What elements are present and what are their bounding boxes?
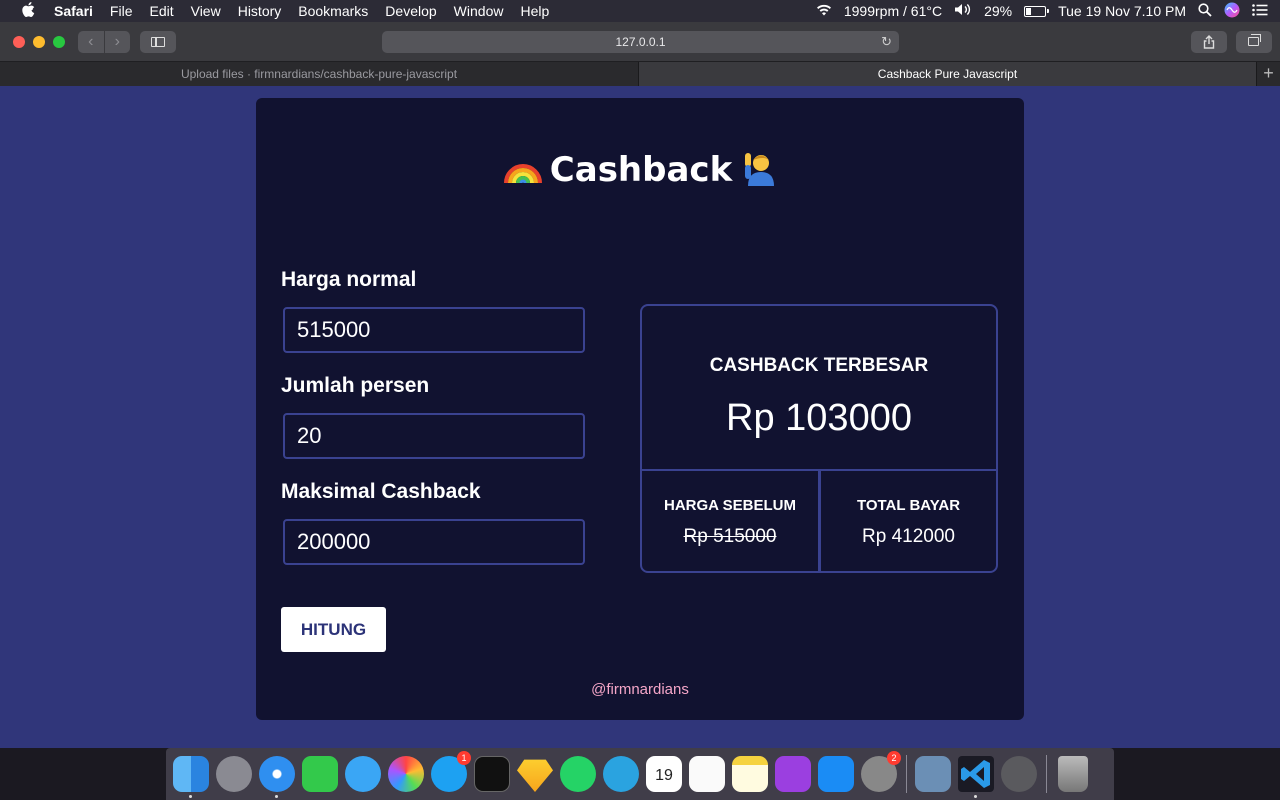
- tableplus-icon[interactable]: [1001, 756, 1037, 792]
- browser-toolbar: ‹ › 127.0.0.1 ↻: [0, 22, 1280, 62]
- trash-icon[interactable]: [1058, 756, 1088, 792]
- navigation-buttons: ‹ ›: [78, 31, 130, 53]
- safari-icon[interactable]: [259, 756, 295, 798]
- menu-develop[interactable]: Develop: [385, 3, 436, 19]
- clock-text[interactable]: Tue 19 Nov 7.10 PM: [1058, 3, 1186, 19]
- title-text: Cashback: [549, 150, 733, 190]
- address-text: 127.0.0.1: [615, 35, 666, 49]
- harga-sebelum-caption: HARGA SEBELUM: [664, 497, 796, 514]
- launchpad-icon[interactable]: [216, 756, 252, 792]
- dock-separator: [1046, 755, 1047, 793]
- share-icon: [1203, 35, 1215, 49]
- show-all-tabs-button[interactable]: [1236, 31, 1272, 53]
- app-store-icon[interactable]: [818, 756, 854, 792]
- total-bayar-value: Rp 412000: [862, 526, 955, 547]
- rainbow-icon: [503, 164, 542, 184]
- reminders-icon[interactable]: [689, 756, 725, 792]
- running-indicator: [275, 795, 278, 798]
- sketch-icon[interactable]: [517, 759, 553, 792]
- dock: 1 19 2: [166, 748, 1114, 800]
- calendar-day: 19: [655, 767, 673, 784]
- finder-icon[interactable]: [173, 756, 209, 798]
- maksimal-cashback-input[interactable]: [283, 519, 585, 565]
- battery-percent-text: 29%: [984, 3, 1013, 19]
- fan-status-text[interactable]: 1999rpm / 61°C: [844, 3, 942, 19]
- system-preferences-icon[interactable]: 2: [861, 751, 901, 792]
- menu-file[interactable]: File: [110, 3, 133, 19]
- terminal-icon[interactable]: [474, 756, 510, 792]
- whatsapp-icon[interactable]: [560, 756, 596, 792]
- author-credit[interactable]: @firmnardians: [256, 681, 1024, 698]
- address-bar[interactable]: 127.0.0.1 ↻: [382, 31, 899, 53]
- harga-sebelum-value: Rp 515000: [683, 526, 777, 547]
- page-title: Cashback: [256, 150, 1024, 190]
- running-indicator: [189, 795, 192, 798]
- menu-history[interactable]: History: [238, 3, 282, 19]
- tabs-icon: [1248, 34, 1261, 46]
- siri-icon[interactable]: [1224, 2, 1240, 21]
- podcasts-icon[interactable]: [775, 756, 811, 792]
- share-button[interactable]: [1191, 31, 1227, 53]
- harga-normal-input[interactable]: [283, 307, 585, 353]
- menu-edit[interactable]: Edit: [149, 3, 173, 19]
- menu-bar: Safari File Edit View History Bookmarks …: [0, 0, 1280, 22]
- vscode-icon[interactable]: [958, 756, 994, 798]
- total-bayar-panel: TOTAL BAYAR Rp 412000: [819, 469, 998, 573]
- cashback-terbesar-caption: CASHBACK TERBESAR: [709, 355, 929, 376]
- maksimal-cashback-label: Maksimal Cashback: [281, 480, 481, 503]
- cashback-terbesar-value: Rp 103000: [726, 397, 912, 439]
- battery-icon[interactable]: [1024, 5, 1050, 17]
- apple-menu-icon[interactable]: [18, 1, 38, 21]
- jumlah-persen-label: Jumlah persen: [281, 374, 430, 397]
- messages-icon[interactable]: [345, 756, 381, 792]
- sidebar-toggle-button[interactable]: [140, 31, 176, 53]
- person-raising-hand-icon: [745, 153, 775, 186]
- notification-center-icon[interactable]: [1252, 3, 1268, 19]
- tab-upload-files[interactable]: Upload files · firmnardians/cashback-pur…: [0, 62, 639, 86]
- fullscreen-window-button[interactable]: [53, 36, 65, 48]
- menu-bookmarks[interactable]: Bookmarks: [298, 3, 368, 19]
- menu-help[interactable]: Help: [520, 3, 549, 19]
- twitter-icon[interactable]: 1: [431, 751, 471, 792]
- minimize-window-button[interactable]: [33, 36, 45, 48]
- jumlah-persen-input[interactable]: [283, 413, 585, 459]
- close-window-button[interactable]: [13, 36, 25, 48]
- back-button[interactable]: ‹: [78, 31, 105, 53]
- total-bayar-caption: TOTAL BAYAR: [856, 497, 961, 514]
- page-viewport: Cashback Harga normal Jumlah persen Maks…: [0, 86, 1280, 748]
- photos-icon[interactable]: [388, 756, 424, 792]
- harga-normal-label: Harga normal: [281, 268, 417, 291]
- spotlight-search-icon[interactable]: [1198, 2, 1212, 20]
- menu-window[interactable]: Window: [454, 3, 504, 19]
- preview-icon[interactable]: [915, 756, 951, 792]
- hitung-button[interactable]: HITUNG: [281, 607, 386, 652]
- notes-icon[interactable]: [732, 756, 768, 792]
- new-tab-button[interactable]: +: [1256, 62, 1280, 86]
- reload-icon[interactable]: ↻: [881, 31, 892, 53]
- facetime-icon[interactable]: [302, 756, 338, 792]
- running-indicator: [974, 795, 977, 798]
- volume-icon[interactable]: [954, 3, 972, 19]
- harga-sebelum-panel: HARGA SEBELUM Rp 515000: [640, 469, 820, 573]
- tab-bar: Upload files · firmnardians/cashback-pur…: [0, 62, 1280, 86]
- battery-level-fill: [1026, 7, 1032, 15]
- menu-app-safari[interactable]: Safari: [54, 3, 93, 19]
- sidebar-icon: [151, 37, 165, 47]
- forward-button[interactable]: ›: [105, 31, 131, 53]
- telegram-icon[interactable]: [603, 756, 639, 792]
- cashback-card: Cashback Harga normal Jumlah persen Maks…: [256, 98, 1024, 720]
- menu-view[interactable]: View: [191, 3, 221, 19]
- calendar-icon[interactable]: 19: [646, 756, 682, 792]
- dock-separator: [906, 755, 907, 793]
- cashback-terbesar-panel: CASHBACK TERBESAR Rp 103000: [640, 304, 998, 469]
- wifi-icon[interactable]: [816, 3, 832, 19]
- vscode-glyph: [961, 760, 990, 788]
- system-preferences-badge: 2: [887, 751, 901, 765]
- twitter-badge: 1: [457, 751, 471, 765]
- tab-cashback[interactable]: Cashback Pure Javascript: [639, 62, 1256, 86]
